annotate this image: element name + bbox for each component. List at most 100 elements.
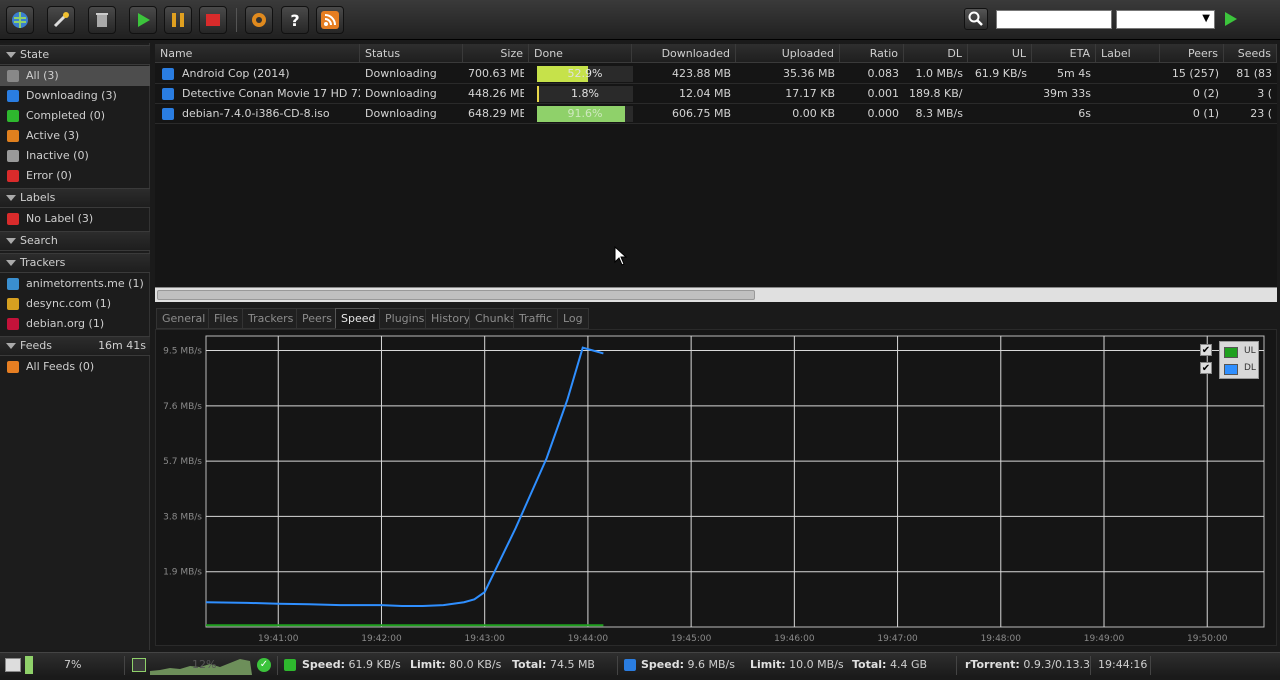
search-input[interactable]: [996, 10, 1112, 29]
download-icon: [162, 68, 174, 80]
chevron-down-icon: [6, 343, 16, 349]
column-header-dl[interactable]: DL: [904, 44, 968, 63]
tab-plugins[interactable]: Plugins: [379, 308, 431, 329]
torrent-row[interactable]: debian-7.4.0-i386-CD-8.iso Downloading 648…: [155, 104, 1277, 124]
state-item-0[interactable]: All (3): [0, 66, 150, 86]
state-item-label: Inactive (0): [26, 149, 89, 162]
y-tick-label: 3.8 MB/s: [163, 512, 202, 522]
column-header-done[interactable]: Done: [529, 44, 632, 63]
tab-peers[interactable]: Peers: [296, 308, 339, 329]
settings-button[interactable]: [245, 6, 273, 34]
remove-button[interactable]: [88, 6, 116, 34]
trackers-category[interactable]: Trackers: [0, 253, 150, 273]
feeds-category-title: Feeds: [20, 339, 52, 352]
download-icon: [162, 88, 174, 100]
column-header-eta[interactable]: ETA: [1032, 44, 1096, 63]
column-header-status[interactable]: Status: [360, 44, 463, 63]
column-header-uploaded[interactable]: Uploaded: [736, 44, 840, 63]
x-tick-label: 19:44:00: [568, 634, 609, 644]
dl-series-checkbox[interactable]: ✔: [1200, 362, 1212, 374]
tracker-item-label: debian.org (1): [26, 317, 105, 330]
search-button[interactable]: [964, 8, 988, 30]
tab-trackers[interactable]: Trackers: [242, 308, 300, 329]
column-header-downloaded[interactable]: Downloaded: [632, 44, 736, 63]
scrollbar-thumb[interactable]: [157, 290, 755, 300]
state-item-label: All (3): [26, 69, 59, 82]
cell-uploaded: 0.00 KB: [792, 107, 835, 120]
x-tick-label: 19:43:00: [464, 634, 505, 644]
play-icon: [1225, 12, 1237, 26]
torrent-row[interactable]: Android Cop (2014) Downloading 700.63 MB 52…: [155, 64, 1277, 84]
column-header-name[interactable]: Name: [155, 44, 360, 63]
tracker-item-0[interactable]: animetorrents.me (1): [0, 274, 150, 294]
tab-traffic[interactable]: Traffic: [513, 308, 559, 329]
tracker-item-1[interactable]: desync.com (1): [0, 294, 150, 314]
cell-dl: 189.8 KB/s: [909, 87, 963, 100]
cell-size: 700.63 MB: [468, 67, 524, 80]
tab-files[interactable]: Files: [208, 308, 245, 329]
magic-wand-icon: [53, 12, 69, 28]
pause-icon: [172, 13, 184, 27]
rss-button[interactable]: [316, 6, 344, 34]
torrent-row[interactable]: Detective Conan Movie 17 HD 720p 2013 Dow…: [155, 84, 1277, 104]
search-engine-select[interactable]: ▼: [1116, 10, 1215, 29]
error-icon: [7, 170, 19, 182]
cell-seeds: 23 (: [1250, 107, 1272, 120]
start-button[interactable]: [129, 6, 157, 34]
add-torrent-button[interactable]: [6, 6, 34, 34]
tab-log[interactable]: Log: [557, 308, 589, 329]
cell-ul: [973, 84, 1027, 104]
tracker-item-2[interactable]: debian.org (1): [0, 314, 150, 334]
tracker-item-label: desync.com (1): [26, 297, 112, 310]
globe-plus-icon: [12, 12, 28, 28]
labels-category[interactable]: Labels: [0, 188, 150, 208]
disk-usage-bar: [25, 656, 33, 674]
ul-limit[interactable]: Limit: 80.0 KB/s: [410, 653, 501, 678]
cell-name: Detective Conan Movie 17 HD 720p 2013: [182, 87, 360, 100]
state-item-3[interactable]: Active (3): [0, 126, 150, 146]
ul-limit-label: Limit:: [410, 658, 446, 671]
state-category[interactable]: State: [0, 45, 150, 65]
search-go-button[interactable]: [1218, 8, 1242, 30]
ul-total-label: Total:: [512, 658, 547, 671]
disk-icon: [5, 658, 21, 672]
dl-limit-value: 10.0 MB/s: [789, 658, 844, 671]
state-item-2[interactable]: Completed (0): [0, 106, 150, 126]
labels-category-title: Labels: [20, 191, 56, 204]
stop-button[interactable]: [199, 6, 227, 34]
chevron-down-icon: [6, 238, 16, 244]
help-button[interactable]: ?: [281, 6, 309, 34]
speed-graph: 9.5 MB/s 7.6 MB/s 5.7 MB/s 3.8 MB/s 1.9 MB/s…: [155, 329, 1277, 646]
ul-series-checkbox[interactable]: ✔: [1200, 344, 1212, 356]
x-tick-label: 19:49:00: [1084, 634, 1125, 644]
state-item-1[interactable]: Downloading (3): [0, 86, 150, 106]
feed-item-0[interactable]: All Feeds (0): [0, 357, 150, 377]
label-item-0[interactable]: No Label (3): [0, 209, 150, 229]
feeds-category[interactable]: Feeds 16m 41s: [0, 336, 150, 356]
no-label-icon: [7, 213, 19, 225]
feeds-timer: 16m 41s: [98, 339, 146, 352]
progress-text: 91.6%: [567, 107, 603, 120]
column-header-size[interactable]: Size: [463, 44, 529, 63]
pause-button[interactable]: [164, 6, 192, 34]
search-category[interactable]: Search: [0, 231, 150, 251]
state-item-5[interactable]: Error (0): [0, 166, 150, 186]
column-header-ratio[interactable]: Ratio: [840, 44, 904, 63]
column-header-ul[interactable]: UL: [968, 44, 1032, 63]
tab-general[interactable]: General: [156, 308, 212, 329]
tab-speed[interactable]: Speed: [335, 308, 382, 329]
horizontal-scrollbar[interactable]: [155, 287, 1277, 302]
cell-downloaded: 606.75 MB: [671, 107, 731, 120]
column-header-seeds[interactable]: Seeds: [1224, 44, 1277, 63]
dl-limit[interactable]: Limit: 10.0 MB/s: [750, 653, 844, 678]
check-icon: ✓: [257, 658, 271, 672]
create-torrent-button[interactable]: [47, 6, 75, 34]
y-tick-label: 9.5 MB/s: [163, 347, 202, 357]
state-item-4[interactable]: Inactive (0): [0, 146, 150, 166]
cell-uploaded: 17.17 KB: [785, 87, 835, 100]
cell-peers: 15 (257): [1171, 67, 1219, 80]
column-header-peers[interactable]: Peers: [1160, 44, 1224, 63]
torrent-list: Name Status Size Done Downloaded Uploaded Rati…: [155, 44, 1277, 302]
column-header-label[interactable]: Label: [1096, 44, 1160, 63]
x-tick-label: 19:48:00: [981, 634, 1022, 644]
